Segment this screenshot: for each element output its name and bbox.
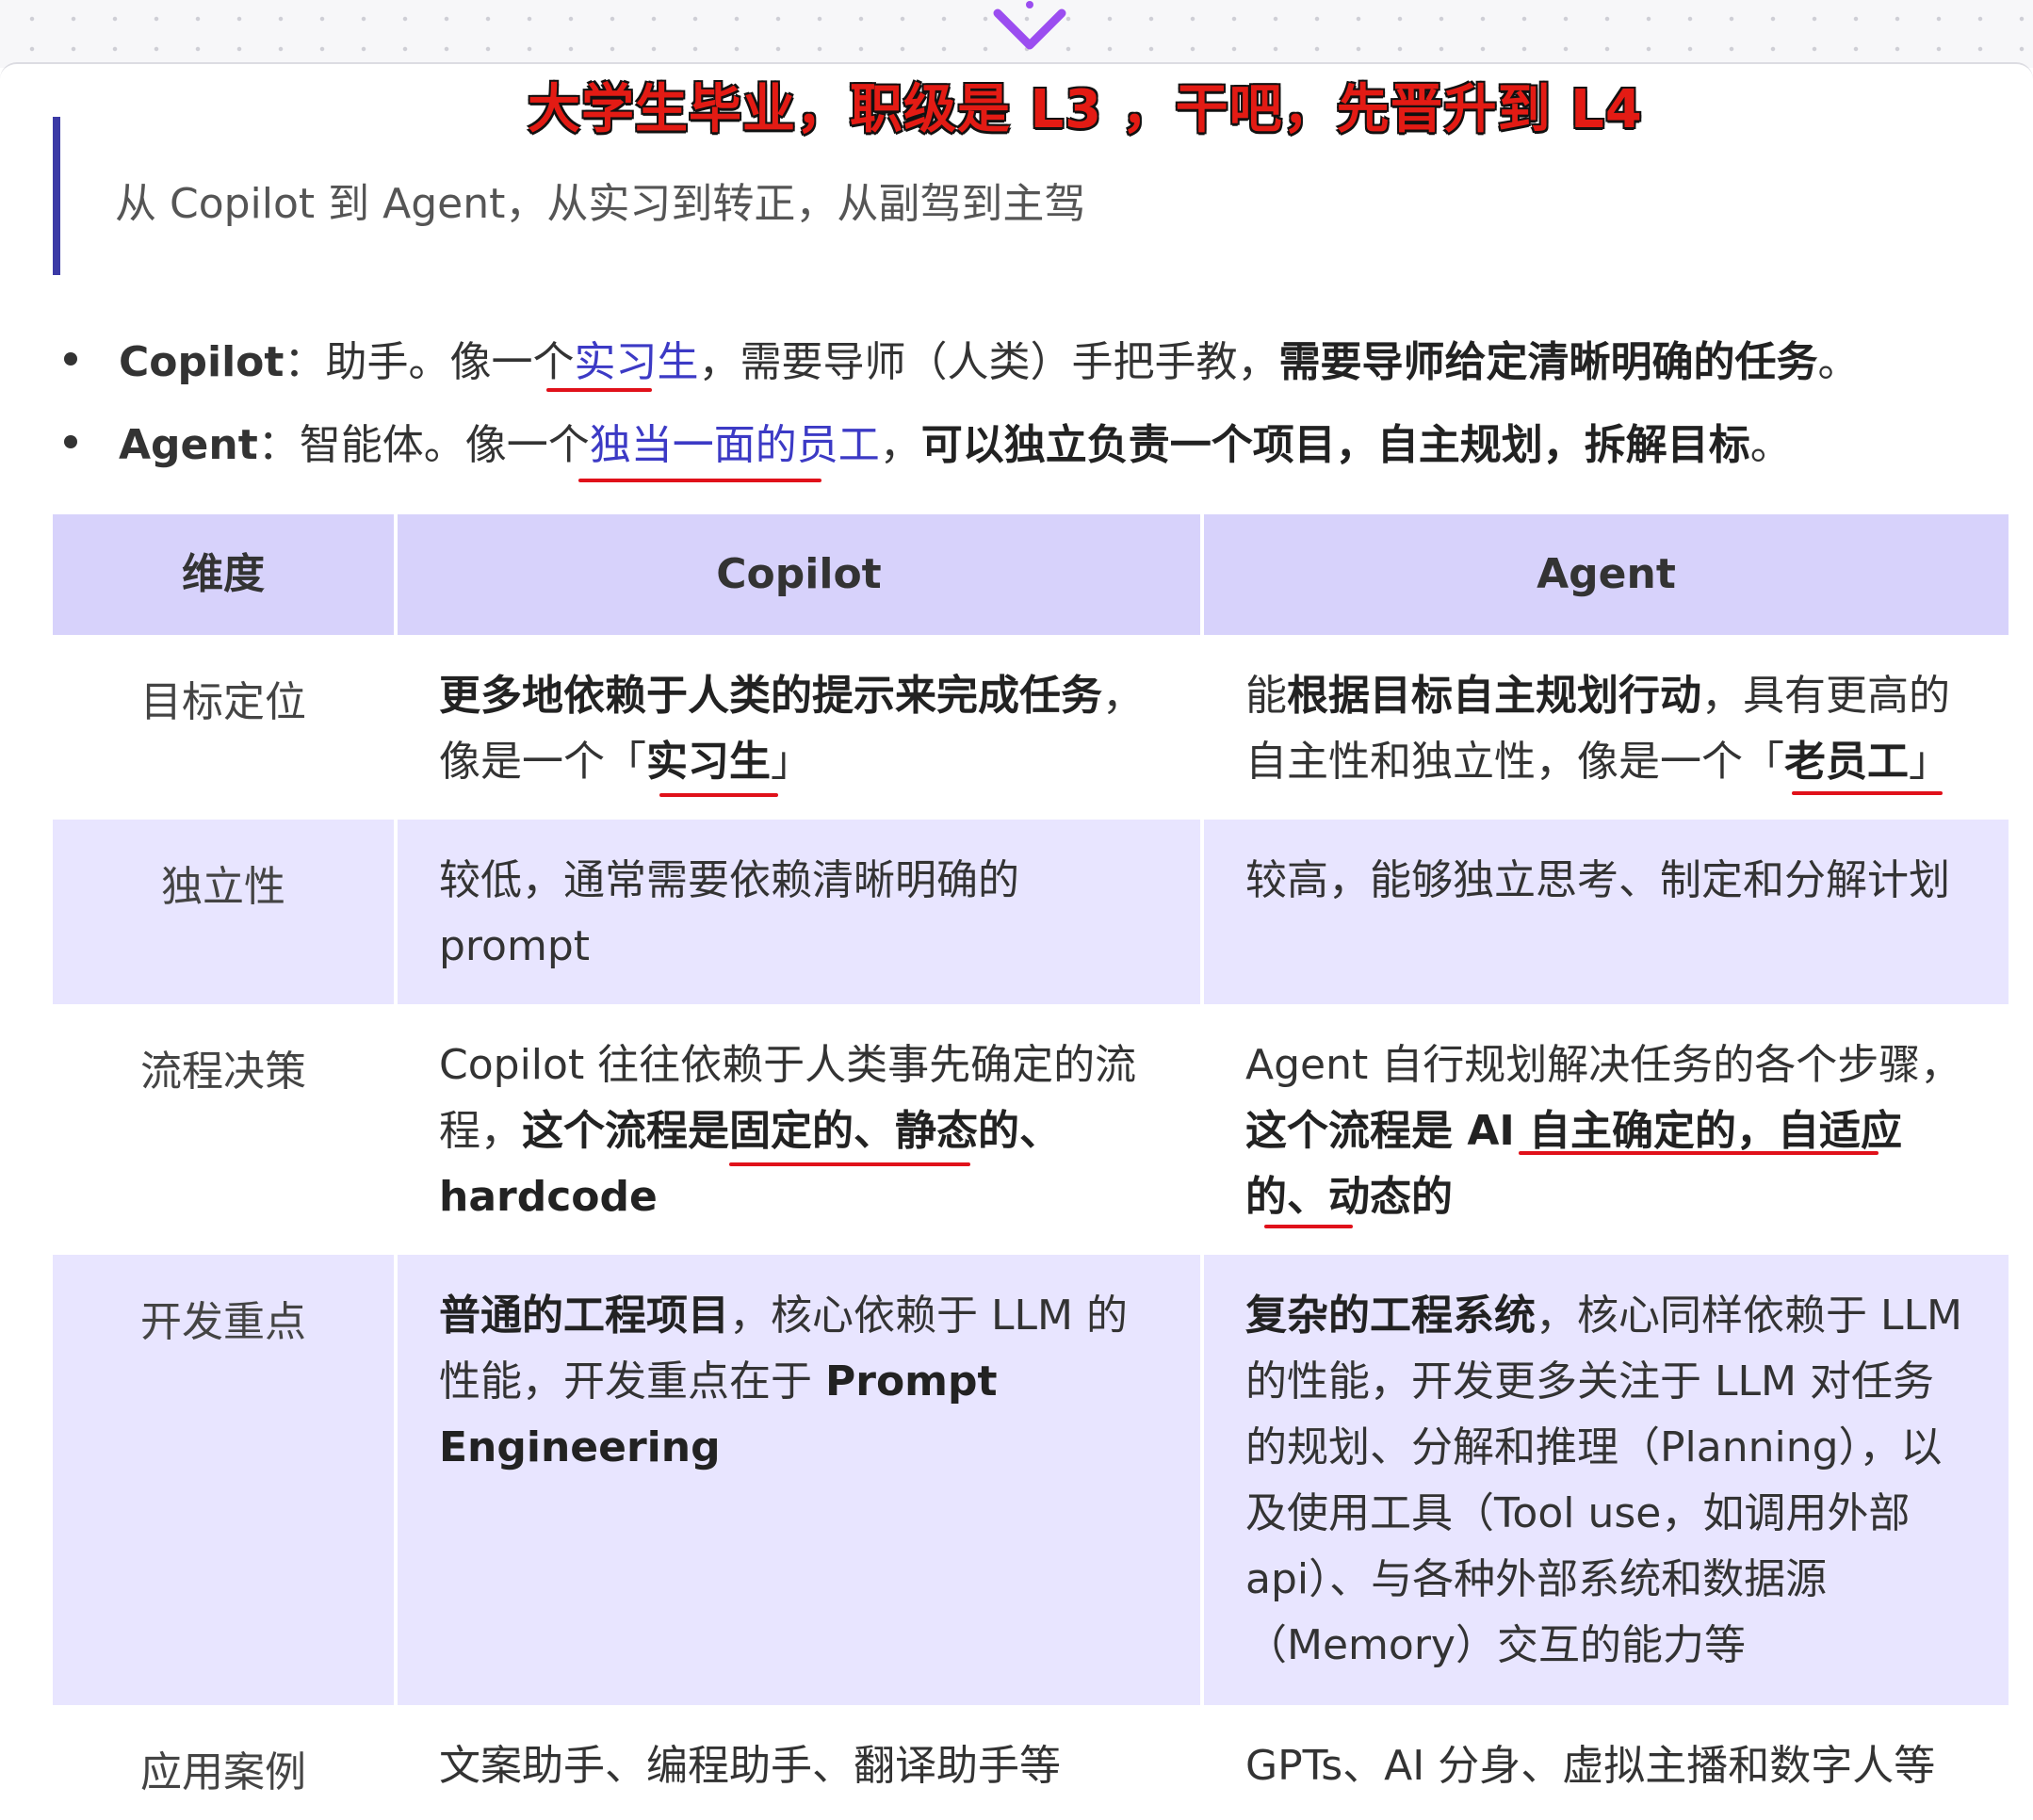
table-row: 流程决策 Copilot 往往依赖于人类事先确定的流程，这个流程是固定的、静态的… [53,1004,2009,1255]
dimension-cell: 流程决策 [140,1048,306,1096]
dimension-cell: 开发重点 [140,1298,306,1346]
annotation-underline [578,479,821,482]
dimension-cell: 目标定位 [140,678,306,726]
table-header-cell: Agent [1537,550,1676,598]
copilot-cell: 普通的工程项目，核心依赖于 LLM 的性能，开发重点在于 Prompt Engi… [439,1292,1128,1471]
screenshot-canvas: 大学生毕业，职级是 L3 ，干吧，先晋升到 L4 从 Copilot 到 Age… [0,0,2033,1820]
annotation-underline [546,388,652,392]
table-row: 目标定位 更多地依赖于人类的提示来完成任务，像是一个「实习生」 能根据目标自主规… [53,635,2009,820]
copilot-cell: 文案助手、编程助手、翻译助手等 [439,1742,1061,1790]
bullet-dot [64,435,77,448]
annotation-underline [1792,791,1943,795]
bullet-term: Agent [119,421,258,469]
table-header-row: 维度 Copilot Agent [53,514,2009,635]
bullet-link[interactable]: 实习生 [574,338,698,386]
annotation-headline: 大学生毕业，职级是 L3 ，干吧，先晋升到 L4 [528,79,1643,140]
table-header-cell: Copilot [716,550,882,598]
agent-cell: Agent 自行规划解决任务的各个步骤，这个流程是 AI 自主确定的，自适应的、… [1245,1041,1962,1221]
copilot-cell: Copilot 往往依赖于人类事先确定的流程，这个流程是固定的、静态的、hard… [439,1041,1137,1221]
table-row: 独立性 较低，通常需要依赖清晰明确的 prompt 较高，能够独立思考、制定和分… [53,820,2009,1004]
dimension-cell: 独立性 [161,863,285,911]
agent-cell: 较高，能够独立思考、制定和分解计划 [1245,856,1950,904]
annotation-underline [659,793,778,797]
table-row: 应用案例 文案助手、编程助手、翻译助手等 GPTs、AI 分身、虚拟主播和数字人… [53,1705,2009,1820]
copilot-cell: 更多地依赖于人类的提示来完成任务，像是一个「实习生」 [439,672,1144,786]
annotation-underline [729,1162,970,1166]
dimension-cell: 应用案例 [140,1748,306,1796]
chevron-down-icon[interactable] [989,0,1070,58]
copilot-cell: 较低，通常需要依赖清晰明确的 prompt [439,856,1019,970]
table-row: 开发重点 普通的工程项目，核心依赖于 LLM 的性能，开发重点在于 Prompt… [53,1255,2009,1705]
table-header-cell: 维度 [182,550,265,598]
agent-cell: 复杂的工程系统，核心同样依赖于 LLM 的性能，开发更多关注于 LLM 对任务的… [1245,1292,1962,1669]
quote-bar [53,117,60,275]
annotation-underline [1519,1151,1878,1155]
bullet-link[interactable]: 独当一面的员工 [590,421,880,469]
quote-text: 从 Copilot 到 Agent，从实习到转正，从副驾到主驾 [115,180,1086,228]
annotation-underline [1264,1225,1353,1228]
agent-cell: GPTs、AI 分身、虚拟主播和数字人等 [1245,1742,1936,1790]
bullet-term: Copilot [119,338,285,386]
bullet-dot [64,352,77,366]
